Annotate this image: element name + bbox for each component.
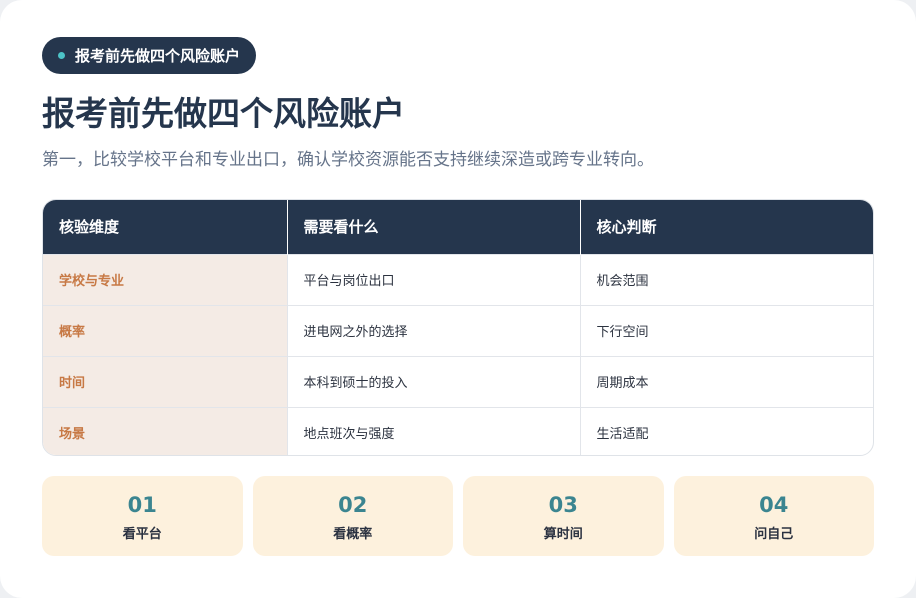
table-cell: 生活适配 — [580, 406, 873, 455]
table-cell: 本科到硕士的投入 — [287, 355, 581, 407]
step-number: 02 — [338, 492, 368, 517]
column-header: 核心判断 — [580, 200, 873, 254]
step-number: 04 — [759, 492, 789, 517]
table-row: 概率 进电网之外的选择 下行空间 — [43, 304, 873, 356]
table-row: 学校与专业 平台与岗位出口 机会范围 — [43, 253, 873, 305]
step-label: 算时间 — [543, 526, 583, 542]
step-label: 看概率 — [333, 526, 373, 542]
content-card: 报考前先做四个风险账户 报考前先做四个风险账户 第一，比较学校平台和专业出口，确… — [0, 0, 916, 598]
table-cell: 地点班次与强度 — [287, 406, 581, 455]
step-card: 02 看概率 — [252, 476, 453, 556]
dimension-cell: 场景 — [43, 406, 288, 455]
step-number: 01 — [127, 492, 157, 517]
step-number: 03 — [548, 492, 578, 517]
step-card: 04 问自己 — [673, 476, 874, 556]
dimension-cell: 概率 — [43, 304, 288, 356]
risk-table: 核验维度 需要看什么 核心判断 学校与专业 平台与岗位出口 机会范围 概率 进电… — [42, 199, 874, 456]
table-cell: 进电网之外的选择 — [287, 304, 581, 356]
column-header: 需要看什么 — [287, 200, 581, 254]
table-row: 时间 本科到硕士的投入 周期成本 — [43, 355, 873, 407]
page-subtitle: 第一，比较学校平台和专业出口，确认学校资源能否支持继续深造或跨专业转向。 — [42, 150, 654, 170]
step-card: 03 算时间 — [463, 476, 664, 556]
step-cards: 01 看平台 02 看概率 03 算时间 04 问自己 — [42, 476, 874, 556]
table-cell: 机会范围 — [580, 253, 873, 305]
step-label: 问自己 — [754, 526, 794, 542]
table-row: 场景 地点班次与强度 生活适配 — [43, 406, 873, 455]
dimension-cell: 学校与专业 — [43, 253, 288, 305]
dimension-cell: 时间 — [43, 355, 288, 407]
page-title: 报考前先做四个风险账户 — [42, 94, 405, 133]
topic-badge: 报考前先做四个风险账户 — [42, 37, 257, 74]
table-header-row: 核验维度 需要看什么 核心判断 — [43, 200, 873, 254]
table-cell: 下行空间 — [580, 304, 873, 356]
column-header: 核验维度 — [43, 200, 288, 254]
dot-icon — [58, 52, 65, 59]
table-cell: 平台与岗位出口 — [287, 253, 581, 305]
badge-label: 报考前先做四个风险账户 — [75, 47, 241, 65]
step-card: 01 看平台 — [42, 476, 243, 556]
table-cell: 周期成本 — [580, 355, 873, 407]
step-label: 看平台 — [122, 526, 162, 542]
